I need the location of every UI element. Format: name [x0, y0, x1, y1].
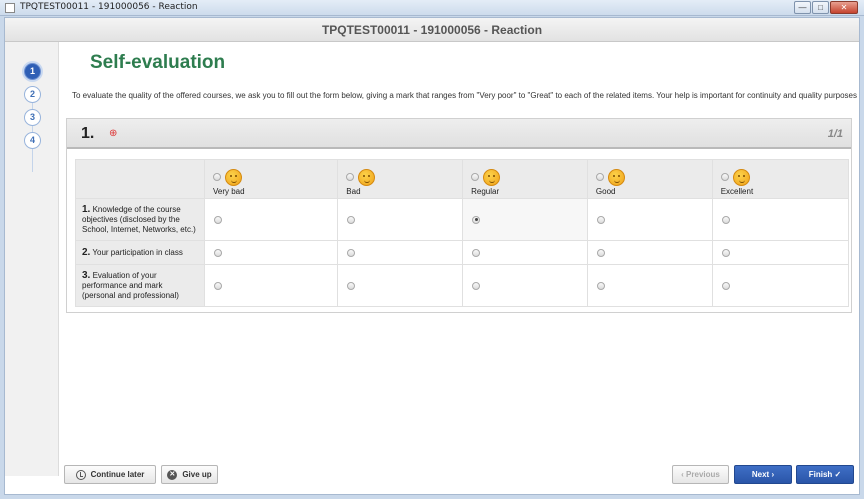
clock-icon — [75, 469, 86, 480]
give-up-button[interactable]: ✕ Give up — [161, 465, 218, 484]
required-icon: ⊕ — [109, 128, 118, 139]
option-label: Excellent — [720, 187, 754, 196]
app-icon — [5, 3, 15, 13]
rating-cell[interactable] — [203, 198, 339, 241]
rating-radio[interactable] — [472, 281, 481, 290]
rating-radio[interactable] — [721, 248, 730, 257]
option-label: Bad — [346, 187, 361, 196]
option-label: Very bad — [213, 187, 245, 196]
rating-cell[interactable] — [586, 240, 713, 265]
rating-cell[interactable] — [462, 198, 588, 241]
intro-text: To evaluate the quality of the offered c… — [72, 91, 857, 100]
close-button[interactable]: ✕ — [830, 1, 858, 14]
grid-header-row: Very bad Bad Regular Good Excellent — [75, 159, 850, 199]
step-1[interactable]: 1 — [24, 63, 41, 80]
option-radio[interactable] — [213, 173, 221, 181]
row-text: Your participation in class — [92, 247, 183, 257]
step-3[interactable]: 3 — [24, 109, 41, 126]
app-frame: TPQTEST00011 - 191000056 - Reaction 1 2 … — [4, 17, 860, 495]
question-number: 1. — [81, 125, 95, 142]
option-header-regular: Regular — [462, 159, 588, 199]
window-controls: — □ ✕ — [794, 1, 858, 14]
maximize-button[interactable]: □ — [812, 1, 829, 14]
step-2[interactable]: 2 — [24, 86, 41, 103]
option-header-very-bad: Very bad — [203, 159, 339, 199]
page-title: Self-evaluation — [90, 52, 226, 73]
footer-bar: Continue later ✕ Give up ‹ Previous Next… — [60, 459, 860, 495]
rating-radio[interactable] — [347, 215, 356, 224]
rating-cell[interactable] — [203, 240, 339, 265]
table-row: 3. Evaluation of your performance and ma… — [75, 264, 850, 307]
good-face-icon — [607, 168, 625, 186]
row-number: 3. — [82, 269, 91, 281]
option-header-good: Good — [586, 159, 713, 199]
option-radio[interactable] — [720, 173, 729, 181]
rating-cell[interactable] — [337, 240, 464, 265]
row-text: Evaluation of your performance and mark … — [82, 270, 179, 300]
option-header-excellent: Excellent — [711, 159, 850, 199]
step-sidebar: 1 2 3 4 — [5, 42, 59, 476]
rating-radio[interactable] — [721, 281, 730, 290]
option-label: Regular — [471, 187, 500, 196]
rating-cell[interactable] — [462, 240, 588, 265]
row-label: 1. Knowledge of the course objectives (d… — [75, 198, 205, 241]
question-page-indicator: 1/1 — [827, 128, 843, 140]
rating-cell[interactable] — [337, 198, 464, 241]
give-up-label: Give up — [182, 470, 212, 479]
rating-grid: Very bad Bad Regular Good Excellent 1. K… — [75, 159, 850, 307]
row-label: 3. Evaluation of your performance and ma… — [75, 264, 205, 307]
rating-cell[interactable] — [203, 264, 339, 307]
rating-cell[interactable] — [337, 264, 464, 307]
step-4[interactable]: 4 — [24, 132, 41, 149]
app-header-title: TPQTEST00011 - 191000056 - Reaction — [5, 18, 859, 42]
option-radio[interactable] — [346, 173, 355, 181]
table-row: 1. Knowledge of the course objectives (d… — [75, 198, 850, 241]
rating-cell[interactable] — [462, 264, 588, 307]
table-row: 2. Your participation in class — [75, 240, 850, 265]
option-label: Good — [595, 187, 616, 196]
rating-cell[interactable] — [586, 198, 713, 241]
rating-radio[interactable] — [214, 215, 222, 224]
option-radio[interactable] — [595, 173, 604, 181]
rating-radio[interactable] — [596, 281, 605, 290]
excellent-face-icon — [732, 168, 750, 186]
rating-cell[interactable] — [711, 264, 850, 307]
row-text: Knowledge of the course objectives (disc… — [82, 204, 196, 234]
rating-radio[interactable] — [472, 248, 481, 257]
question-panel: 1. ⊕ 1/1 Very bad Bad Regular Good Excel… — [66, 118, 852, 313]
rating-radio[interactable] — [596, 215, 605, 224]
row-label: 2. Your participation in class — [75, 240, 205, 265]
question-header: 1. ⊕ 1/1 — [67, 119, 851, 149]
rating-radio[interactable] — [721, 215, 730, 224]
bad-face-icon — [358, 168, 376, 186]
rating-radio[interactable] — [596, 248, 605, 257]
close-circle-icon: ✕ — [167, 469, 178, 480]
rating-radio[interactable] — [347, 281, 356, 290]
option-header-bad: Bad — [337, 159, 464, 199]
previous-button[interactable]: ‹ Previous — [672, 465, 729, 484]
rating-radio[interactable] — [347, 248, 356, 257]
window-titlebar: TPQTEST00011 - 191000056 - Reaction — □ … — [0, 0, 864, 16]
rating-radio[interactable] — [214, 281, 222, 290]
rating-cell[interactable] — [711, 198, 850, 241]
next-button[interactable]: Next › — [734, 465, 792, 484]
continue-later-button[interactable]: Continue later — [64, 465, 156, 484]
row-number: 1. — [82, 203, 91, 215]
window-title: TPQTEST00011 - 191000056 - Reaction — [20, 2, 198, 12]
rating-radio[interactable] — [214, 248, 222, 257]
row-number: 2. — [82, 246, 91, 258]
rating-cell[interactable] — [711, 240, 850, 265]
grid-corner — [75, 159, 205, 199]
very-bad-face-icon — [225, 168, 242, 186]
option-radio[interactable] — [471, 173, 480, 181]
minimize-button[interactable]: — — [794, 1, 811, 14]
main-content: Self-evaluation To evaluate the quality … — [60, 42, 860, 476]
rating-cell[interactable] — [586, 264, 713, 307]
finish-button[interactable]: Finish ✓ — [796, 465, 854, 484]
rating-radio-selected[interactable] — [472, 215, 481, 224]
regular-face-icon — [483, 168, 501, 186]
continue-later-label: Continue later — [90, 470, 145, 479]
